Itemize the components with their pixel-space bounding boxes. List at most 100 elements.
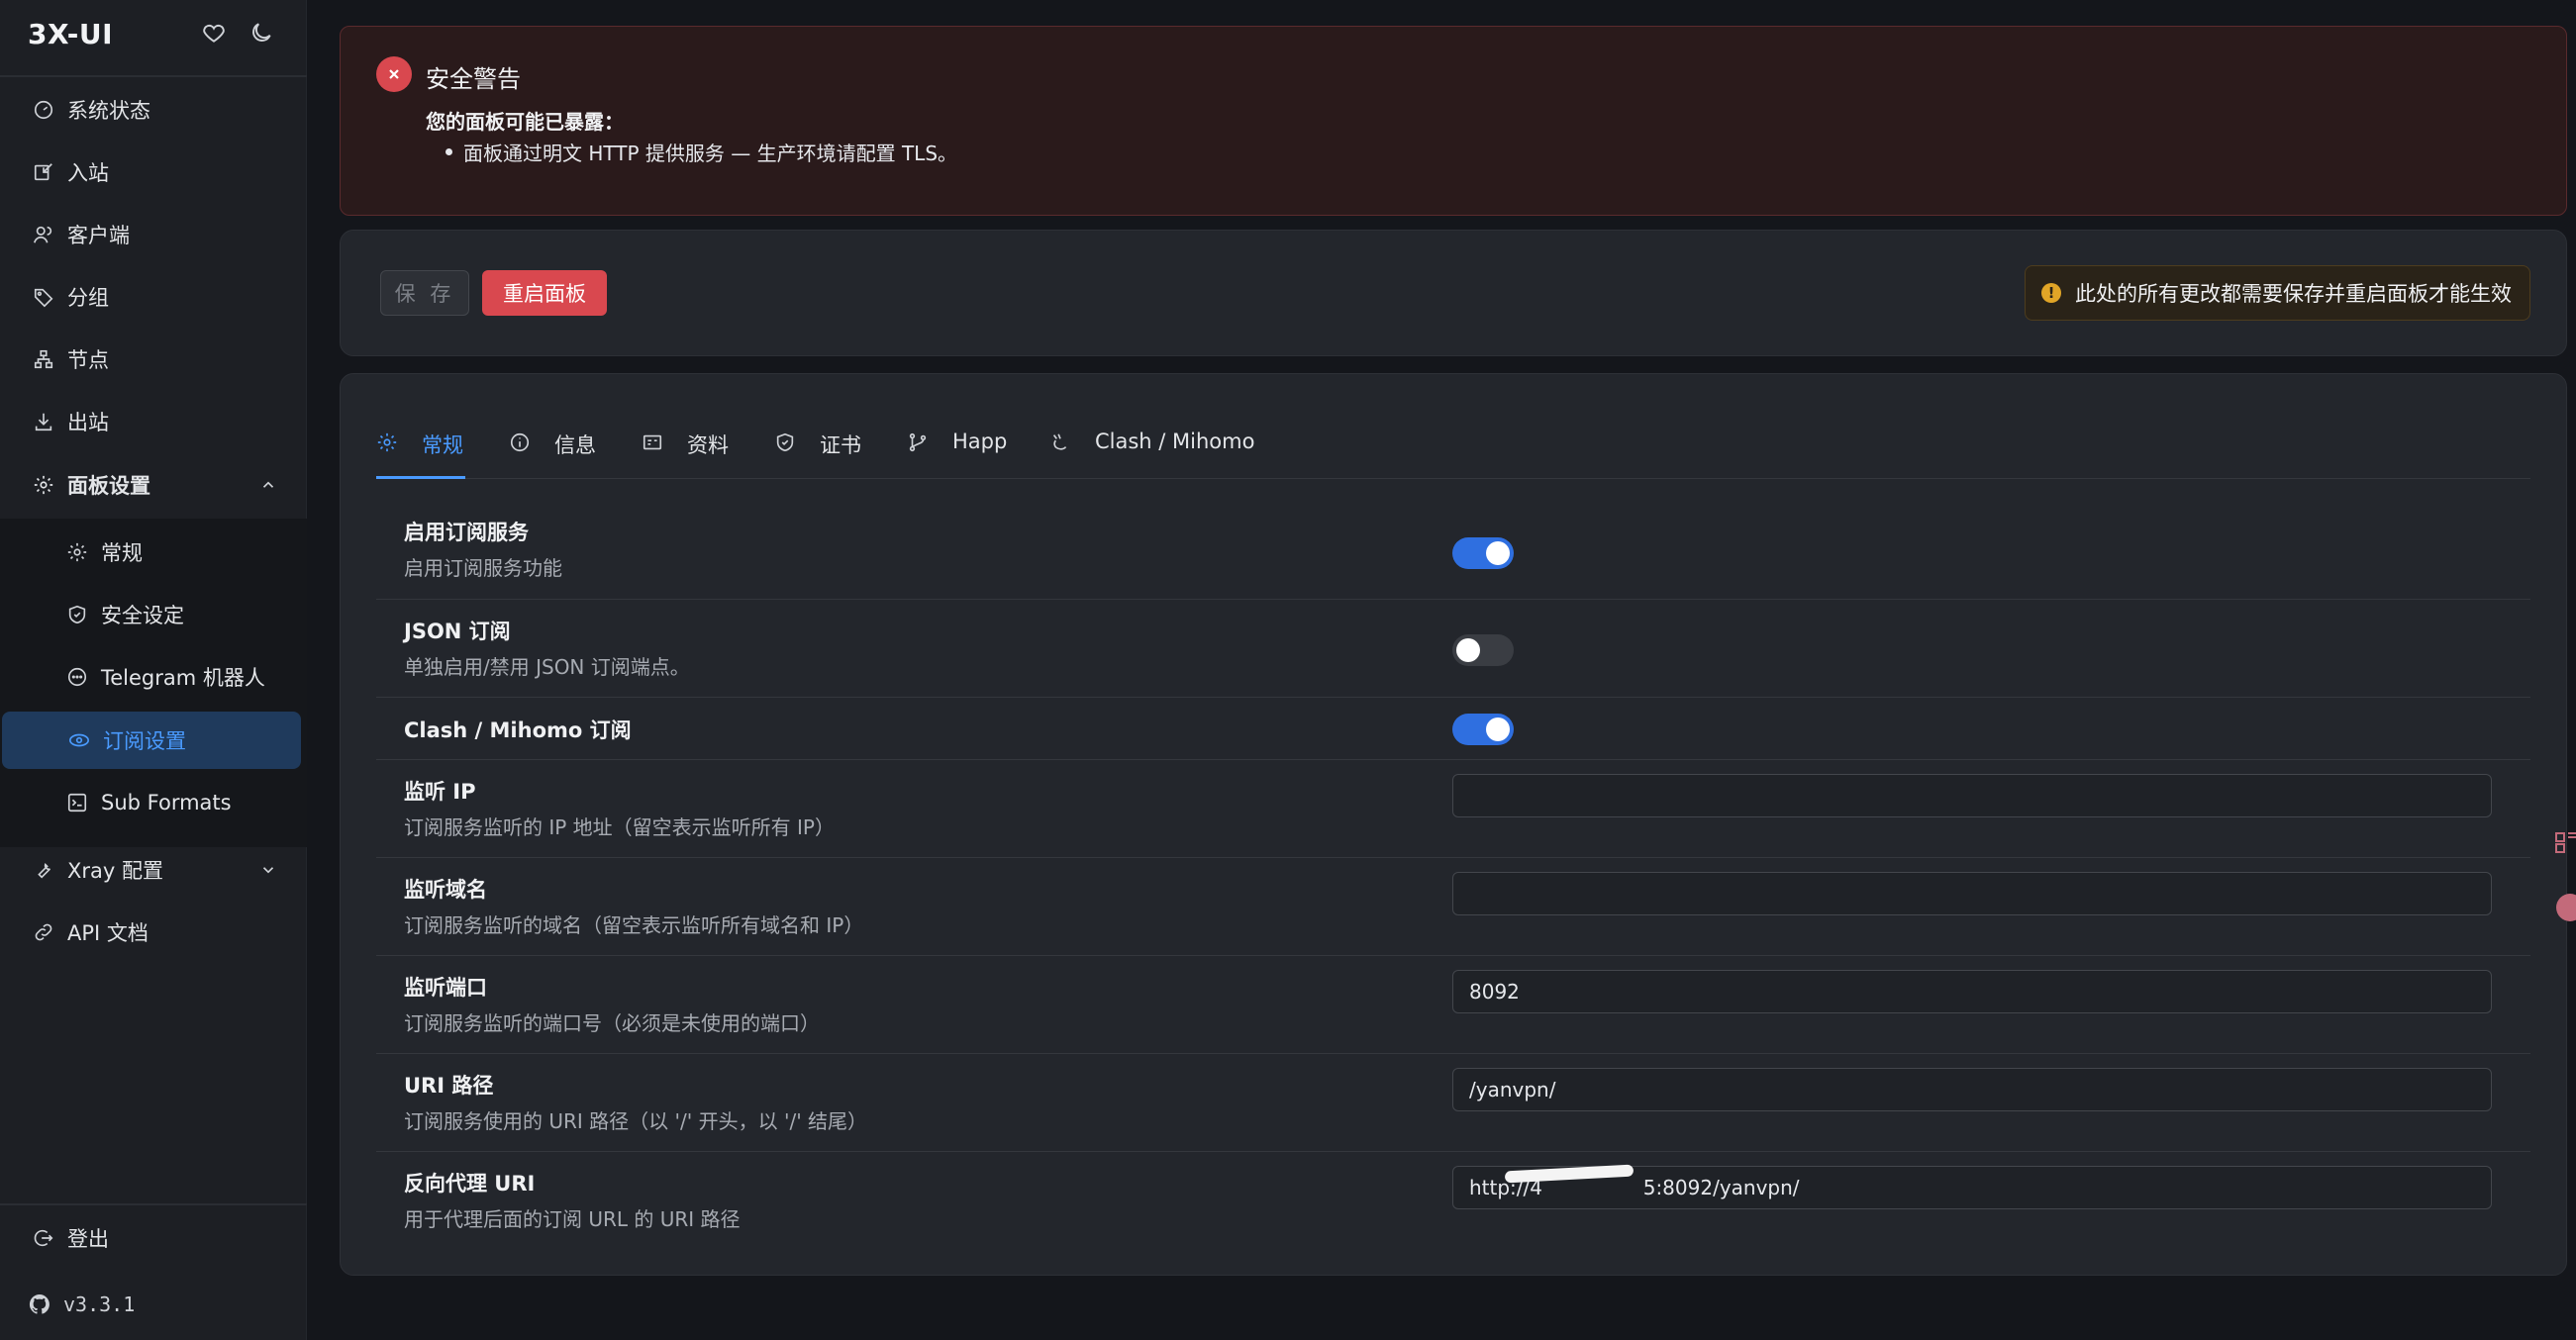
sidebar-item-panel-settings[interactable]: 面板设置 [0,456,307,514]
listen-domain-input[interactable] [1452,872,2492,915]
sidebar-divider [0,1203,307,1205]
chat-icon [66,666,88,688]
setting-title: JSON 订阅 [404,620,511,643]
gear-icon [33,474,54,496]
toggle-knob [1456,638,1480,662]
sidebar-item-label: API 文档 [67,921,149,945]
sidebar-item-label: Xray 配置 [67,859,163,883]
moon-icon[interactable] [248,20,274,49]
sidebar-item-label: 登出 [67,1227,109,1251]
restart-notice-text: 此处的所有更改都需要保存并重启面板才能生效 [2075,282,2512,306]
setting-description: 订阅服务监听的 IP 地址（留空表示监听所有 IP） [404,815,835,839]
setting-title: Clash / Mihomo 订阅 [404,718,632,742]
tab-label: 资料 [687,433,729,457]
setting-title: URI 路径 [404,1074,494,1098]
sidebar-item-label: 订阅设置 [103,729,186,753]
setting-row-listen-ip: 监听 IP 订阅服务监听的 IP 地址（留空表示监听所有 IP） [376,760,2530,858]
actions-bar: 保 存 重启面板 ! 此处的所有更改都需要保存并重启面板才能生效 [340,230,2567,356]
subscription-settings-card: 常规 信息 资料 证书 Happ Clash / Mihomo 启用订阅服务 启… [340,373,2567,1276]
shield-icon [776,432,794,452]
inbound-icon [33,161,54,183]
active-tab-indicator [376,476,465,479]
tab-profile[interactable]: 资料 [642,426,729,479]
link-icon [33,921,54,943]
uri-path-input[interactable] [1452,1068,2492,1111]
sidebar-item-label: 安全设定 [101,604,184,627]
sidebar-subitem-telegram[interactable]: Telegram 机器人 [0,648,307,706]
sidebar-item-label: 客户端 [67,224,130,247]
sidebar-item-label: 出站 [67,411,109,434]
version-label: v3.3.1 [63,1292,136,1316]
sidebar-item-clients[interactable]: 客户端 [0,206,307,263]
listen-ip-input[interactable] [1452,774,2492,817]
sidebar-subitem-general[interactable]: 常规 [0,524,307,581]
wrench-icon [33,859,54,881]
sidebar-item-xray[interactable]: Xray 配置 [0,841,307,899]
tab-certificate[interactable]: 证书 [774,426,861,479]
setting-description: 单独启用/禁用 JSON 订阅端点。 [404,655,690,679]
chevron-up-icon [262,481,274,488]
restart-panel-button[interactable]: 重启面板 [482,270,607,316]
setting-description: 订阅服务监听的域名（留空表示监听所有域名和 IP） [404,913,864,937]
security-alert: 安全警告 您的面板可能已暴露： 面板通过明文 HTTP 提供服务 — 生产环境请… [340,26,2567,216]
setting-title: 监听域名 [404,878,487,902]
tag-icon [33,286,54,308]
app-logo[interactable]: 3X-UI [28,18,113,50]
bullet [446,148,452,155]
settings-tabs: 常规 信息 资料 证书 Happ Clash / Mihomo [376,426,2530,479]
setting-description: 订阅服务使用的 URI 路径（以 '/' 开头，以 '/' 结尾） [404,1109,868,1133]
setting-description: 订阅服务监听的端口号（必须是未使用的端口） [404,1011,820,1035]
sidebar-item-api-docs[interactable]: API 文档 [0,904,307,961]
dashboard-icon [33,99,54,121]
tab-label: 信息 [554,433,596,457]
nodes-icon [33,348,54,370]
sidebar-item-label: Sub Formats [101,791,232,814]
branch-icon [909,432,927,452]
sidebar-item-label: 节点 [67,348,109,372]
sidebar-item-label: 入站 [67,161,109,185]
tab-label: Happ [952,430,1008,453]
sidebar-item-nodes[interactable]: 节点 [0,331,307,388]
restart-notice: ! 此处的所有更改都需要保存并重启面板才能生效 [2025,265,2530,321]
version-link[interactable]: v3.3.1 [28,1292,135,1316]
sidebar-item-groups[interactable]: 分组 [0,268,307,326]
sidebar-item-status[interactable]: 系统状态 [0,81,307,139]
setting-row-reverse-proxy-uri: 反向代理 URI 用于代理后面的订阅 URL 的 URI 路径 [376,1152,2530,1250]
logout-icon [33,1227,54,1249]
listen-port-input[interactable] [1452,970,2492,1013]
save-button[interactable]: 保 存 [380,270,469,316]
clash-subscription-toggle[interactable] [1452,714,1514,745]
sidebar-subitem-security[interactable]: 安全设定 [0,586,307,643]
outbound-icon [33,411,54,432]
tab-info[interactable]: 信息 [509,426,596,479]
sidebar-item-inbound[interactable]: 入站 [0,144,307,201]
setting-row-json-subscription: JSON 订阅 单独启用/禁用 JSON 订阅端点。 [376,600,2530,698]
sidebar-item-label: 面板设置 [67,474,150,498]
setting-row-listen-port: 监听端口 订阅服务监听的端口号（必须是未使用的端口） [376,956,2530,1054]
sidebar-item-label: 常规 [101,541,143,565]
alert-item: 面板通过明文 HTTP 提供服务 — 生产环境请配置 TLS。 [463,142,958,165]
json-subscription-toggle[interactable] [1452,634,1514,666]
tab-clash-mihomo[interactable]: Clash / Mihomo [1049,426,1254,479]
info-icon [510,432,530,452]
grid-widget-icon[interactable] [2552,827,2576,857]
sidebar-subitem-subscription[interactable]: 订阅设置 [2,712,301,769]
translate-widget-icon[interactable] [2552,893,2576,922]
sidebar-divider [0,75,307,77]
sidebar-item-logout[interactable]: 登出 [0,1209,307,1267]
gear-icon [66,541,88,563]
sidebar-item-outbound[interactable]: 出站 [0,393,307,450]
setting-description: 用于代理后面的订阅 URL 的 URI 路径 [404,1207,741,1231]
shield-icon [66,604,88,625]
heart-icon[interactable] [201,20,227,49]
profile-icon [643,434,662,450]
alert-title: 安全警告 [426,65,521,93]
cat-icon [1052,433,1067,450]
sidebar-subitem-sub-formats[interactable]: Sub Formats [0,774,307,831]
close-circle-icon [376,56,412,92]
tab-general[interactable]: 常规 [376,426,463,479]
setting-title: 启用订阅服务 [404,521,529,544]
setting-title: 反向代理 URI [404,1172,536,1196]
enable-subscription-toggle[interactable] [1452,537,1514,569]
tab-happ[interactable]: Happ [907,426,1007,479]
